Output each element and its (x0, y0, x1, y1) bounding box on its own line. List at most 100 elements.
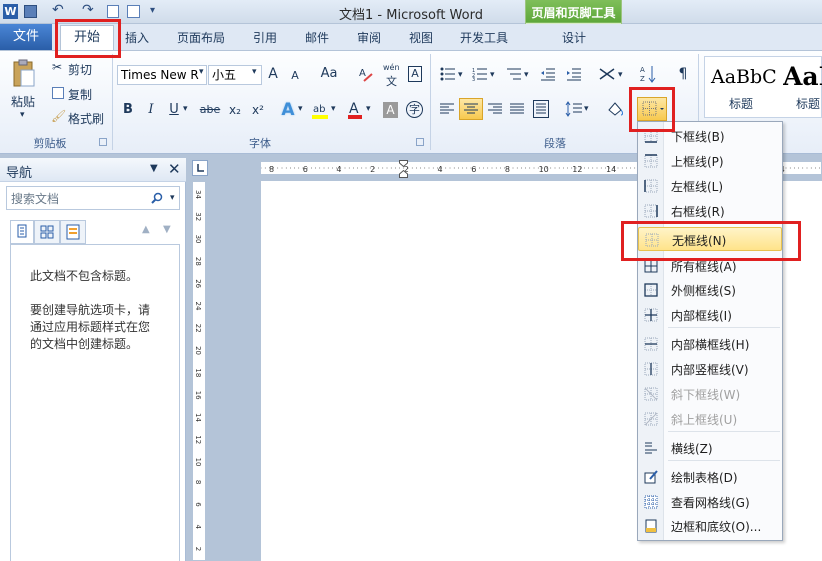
border-menu-item-label: 右框线(R) (671, 205, 725, 219)
font-launcher-icon[interactable] (416, 138, 424, 146)
clipboard-launcher-icon[interactable] (99, 138, 107, 146)
align-left-icon[interactable] (439, 102, 455, 116)
border-menu-item[interactable]: 内部竖框线(V) (638, 357, 782, 381)
tab-view[interactable]: 视图 (402, 27, 440, 49)
highlight-icon[interactable]: ab (311, 100, 329, 120)
font-name-box[interactable]: Times New R (117, 65, 207, 85)
asian-layout-dropdown-icon[interactable]: ▾ (618, 70, 623, 80)
style-label-2[interactable]: 标题 (796, 95, 820, 112)
border-menu-item[interactable]: 左框线(L) (638, 174, 782, 198)
align-right-icon[interactable] (487, 102, 503, 116)
paste-label[interactable]: 粘贴 (11, 93, 35, 110)
font-color-dropdown-icon[interactable]: ▾ (366, 104, 371, 114)
vertical-ruler[interactable]: 34 32 30 28 26 24 22 20 18 16 14 12 10 8 6 4 2 (192, 181, 206, 561)
increase-indent-icon[interactable] (566, 67, 582, 81)
text-effects-icon[interactable]: A (278, 100, 298, 120)
clear-formatting-icon[interactable]: A (358, 64, 374, 84)
bullets-icon[interactable] (440, 67, 456, 81)
close-icon[interactable]: ✕ (168, 160, 181, 178)
line-spacing-icon[interactable] (565, 100, 583, 118)
previous-result-icon[interactable]: ▲ (142, 224, 150, 235)
tab-insert[interactable]: 插入 (118, 27, 156, 49)
align-center-icon[interactable] (459, 98, 483, 120)
underline-dropdown-icon[interactable]: ▾ (183, 104, 188, 114)
nav-search-placeholder[interactable]: 搜索文档 (11, 190, 59, 207)
ruler-label: 28 (194, 257, 202, 266)
enclose-characters-icon[interactable]: 字 (406, 101, 423, 118)
tab-browse-results[interactable] (60, 220, 86, 244)
tab-mailings[interactable]: 邮件 (298, 27, 336, 49)
change-case-icon[interactable]: Aa (318, 64, 340, 84)
border-menu-item[interactable]: 右框线(R) (638, 199, 782, 223)
tab-file[interactable]: 文件 (0, 24, 52, 50)
nav-pane-menu-icon[interactable]: ▼ (150, 163, 158, 174)
border-menu-item[interactable]: 内部框线(I) (638, 303, 782, 327)
character-shading-icon[interactable]: A (383, 102, 398, 118)
highlight-dropdown-icon[interactable]: ▾ (331, 104, 336, 114)
numbering-dropdown-icon[interactable]: ▾ (490, 70, 495, 80)
search-icon[interactable] (151, 192, 163, 204)
strikethrough-icon[interactable]: abe (198, 100, 222, 120)
style-sample-1[interactable]: AaBbC (711, 66, 777, 88)
bold-icon[interactable]: B (121, 100, 135, 120)
border-menu-item[interactable]: 绘制表格(D) (638, 465, 782, 489)
underline-icon[interactable]: U (167, 100, 181, 120)
subscript-icon[interactable]: x₂ (226, 100, 244, 120)
next-result-icon[interactable]: ▼ (163, 224, 171, 235)
border-menu-item[interactable]: 查看网格线(G) (638, 490, 782, 514)
paste-icon[interactable] (12, 58, 36, 88)
font-color-icon[interactable]: A (347, 100, 363, 120)
phonetic-guide-top[interactable]: wén (383, 63, 400, 72)
style-label-1[interactable]: 标题 (729, 95, 753, 112)
copy-icon[interactable] (52, 87, 64, 99)
search-options-icon[interactable]: ▾ (170, 193, 175, 203)
numbering-icon[interactable]: 123 (472, 67, 488, 81)
paste-dropdown-icon[interactable]: ▾ (20, 110, 25, 120)
format-painter-button[interactable]: 格式刷 (68, 110, 104, 127)
border-menu-item[interactable]: 上框线(P) (638, 149, 782, 173)
bullets-dropdown-icon[interactable]: ▾ (458, 70, 463, 80)
phonetic-guide-icon[interactable]: 文 (386, 73, 397, 89)
border-menu-item[interactable]: 外侧框线(S) (638, 278, 782, 302)
tab-page-layout[interactable]: 页面布局 (170, 27, 232, 49)
copy-button[interactable]: 复制 (68, 86, 92, 103)
multilevel-list-icon[interactable] (506, 67, 522, 81)
superscript-icon[interactable]: x² (249, 100, 267, 120)
shading-icon[interactable] (606, 100, 624, 118)
tab-browse-headings[interactable] (10, 220, 34, 244)
font-name-dropdown-icon[interactable]: ▾ (199, 67, 204, 77)
distributed-icon[interactable] (533, 100, 549, 118)
border-menu-item[interactable]: 边框和底纹(O)... (638, 514, 782, 538)
tab-browse-pages[interactable] (34, 220, 60, 244)
decrease-indent-icon[interactable] (540, 67, 556, 81)
indent-marker[interactable] (399, 160, 408, 178)
italic-icon[interactable]: I (144, 100, 158, 120)
character-border-icon[interactable]: A (408, 66, 422, 82)
format-painter-icon[interactable]: 🖌 (51, 109, 66, 123)
text-effects-dropdown-icon[interactable]: ▾ (298, 104, 303, 114)
cut-button[interactable]: 剪切 (68, 61, 92, 78)
border-menu-item[interactable]: 横线(Z) (638, 436, 782, 460)
multilevel-dropdown-icon[interactable]: ▾ (524, 70, 529, 80)
tab-selector[interactable] (192, 160, 208, 176)
ruler-label: 2 (194, 547, 202, 551)
shrink-font-icon[interactable]: A (289, 66, 301, 86)
border-menu-item[interactable]: 内部横框线(H) (638, 332, 782, 356)
justify-icon[interactable] (509, 102, 525, 116)
tab-developer[interactable]: 开发工具 (452, 27, 516, 49)
show-marks-icon[interactable]: ¶ (676, 66, 690, 82)
tab-design[interactable]: 设计 (548, 27, 600, 49)
line-spacing-dropdown-icon[interactable]: ▾ (584, 104, 589, 114)
style-sample-2[interactable]: AaI (783, 62, 822, 91)
ruler-label: 12 (572, 165, 582, 174)
font-size-dropdown-icon[interactable]: ▾ (252, 67, 257, 77)
cut-icon[interactable]: ✂ (52, 60, 62, 74)
ruler-label: 10 (539, 165, 549, 174)
nav-help-line-2: 通过应用标题样式在您 (30, 320, 151, 334)
tab-references[interactable]: 引用 (246, 27, 284, 49)
sort-icon[interactable]: AZ (640, 64, 656, 84)
horizontal-line-icon (644, 441, 658, 455)
tab-review[interactable]: 审阅 (350, 27, 388, 49)
grow-font-icon[interactable]: A (266, 64, 280, 84)
asian-layout-icon[interactable] (598, 66, 616, 82)
